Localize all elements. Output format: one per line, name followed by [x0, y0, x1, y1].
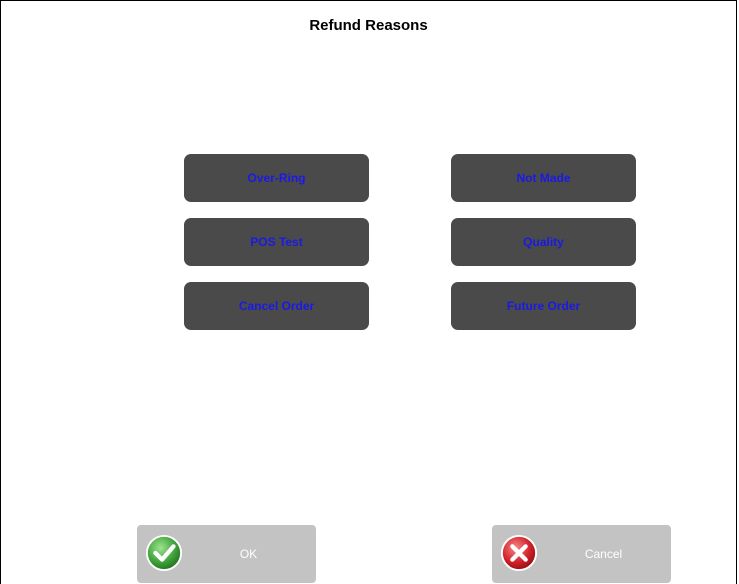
x-circle-icon — [500, 534, 538, 572]
reason-quality-button[interactable]: Quality — [451, 218, 636, 266]
reason-future-order-button[interactable]: Future Order — [451, 282, 636, 330]
dialog-title: Refund Reasons — [309, 17, 428, 34]
ok-label: OK — [239, 547, 258, 561]
cancel-button[interactable]: Cancel — [492, 525, 671, 583]
reason-over-ring-button[interactable]: Over-Ring — [184, 154, 369, 202]
check-circle-icon — [145, 534, 183, 572]
reason-pos-test-button[interactable]: POS Test — [184, 218, 369, 266]
refund-reasons-dialog: Refund Reasons Over-Ring Not Made POS Te… — [0, 0, 737, 584]
cancel-label: Cancel — [584, 547, 623, 561]
reason-cancel-order-button[interactable]: Cancel Order — [184, 282, 369, 330]
reason-not-made-button[interactable]: Not Made — [451, 154, 636, 202]
ok-button[interactable]: OK — [137, 525, 316, 583]
